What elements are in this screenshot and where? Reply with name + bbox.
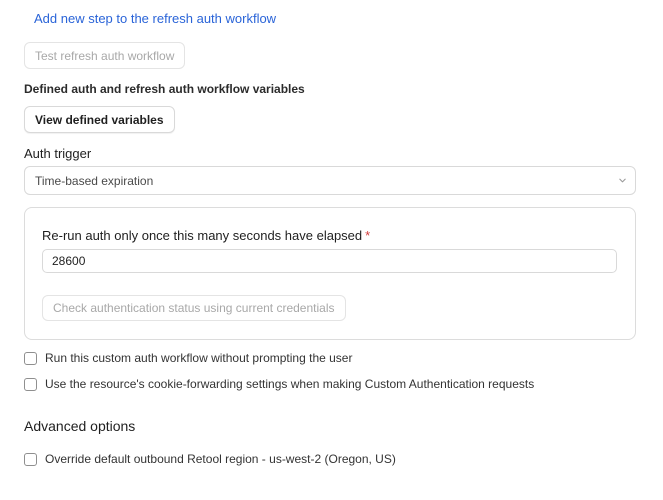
auth-trigger-select[interactable]: Time-based expiration (24, 166, 636, 195)
override-region-checkbox[interactable] (24, 452, 37, 466)
test-refresh-auth-button[interactable]: Test refresh auth workflow (24, 42, 186, 69)
run-without-prompt-checkbox[interactable] (24, 351, 37, 365)
override-region-row[interactable]: Override default outbound Retool region … (24, 452, 396, 466)
cookie-forwarding-label: Use the resource's cookie-forwarding set… (45, 377, 535, 391)
run-without-prompt-row[interactable]: Run this custom auth workflow without pr… (24, 351, 352, 365)
auth-trigger-selected-value: Time-based expiration (35, 173, 154, 188)
rerun-seconds-value: 28600 (52, 254, 86, 268)
advanced-options-title: Advanced options (24, 418, 136, 434)
rerun-seconds-input[interactable]: 28600 (42, 249, 617, 273)
cookie-forwarding-checkbox[interactable] (24, 377, 37, 391)
rerun-seconds-label-text: Re-run auth only once this many seconds … (42, 228, 363, 243)
add-step-link[interactable]: Add new step to the refresh auth workflo… (34, 11, 276, 26)
rerun-seconds-label: Re-run auth only once this many seconds … (42, 228, 370, 243)
variables-heading: Defined auth and refresh auth workflow v… (24, 82, 305, 96)
required-marker: * (365, 228, 371, 243)
auth-trigger-label: Auth trigger (24, 146, 92, 161)
override-region-label: Override default outbound Retool region … (45, 452, 396, 466)
chevron-down-icon (619, 178, 626, 183)
cookie-forwarding-row[interactable]: Use the resource's cookie-forwarding set… (24, 377, 534, 391)
view-variables-button[interactable]: View defined variables (24, 106, 175, 133)
check-auth-status-button[interactable]: Check authentication status using curren… (42, 295, 346, 321)
run-without-prompt-label: Run this custom auth workflow without pr… (45, 351, 353, 365)
